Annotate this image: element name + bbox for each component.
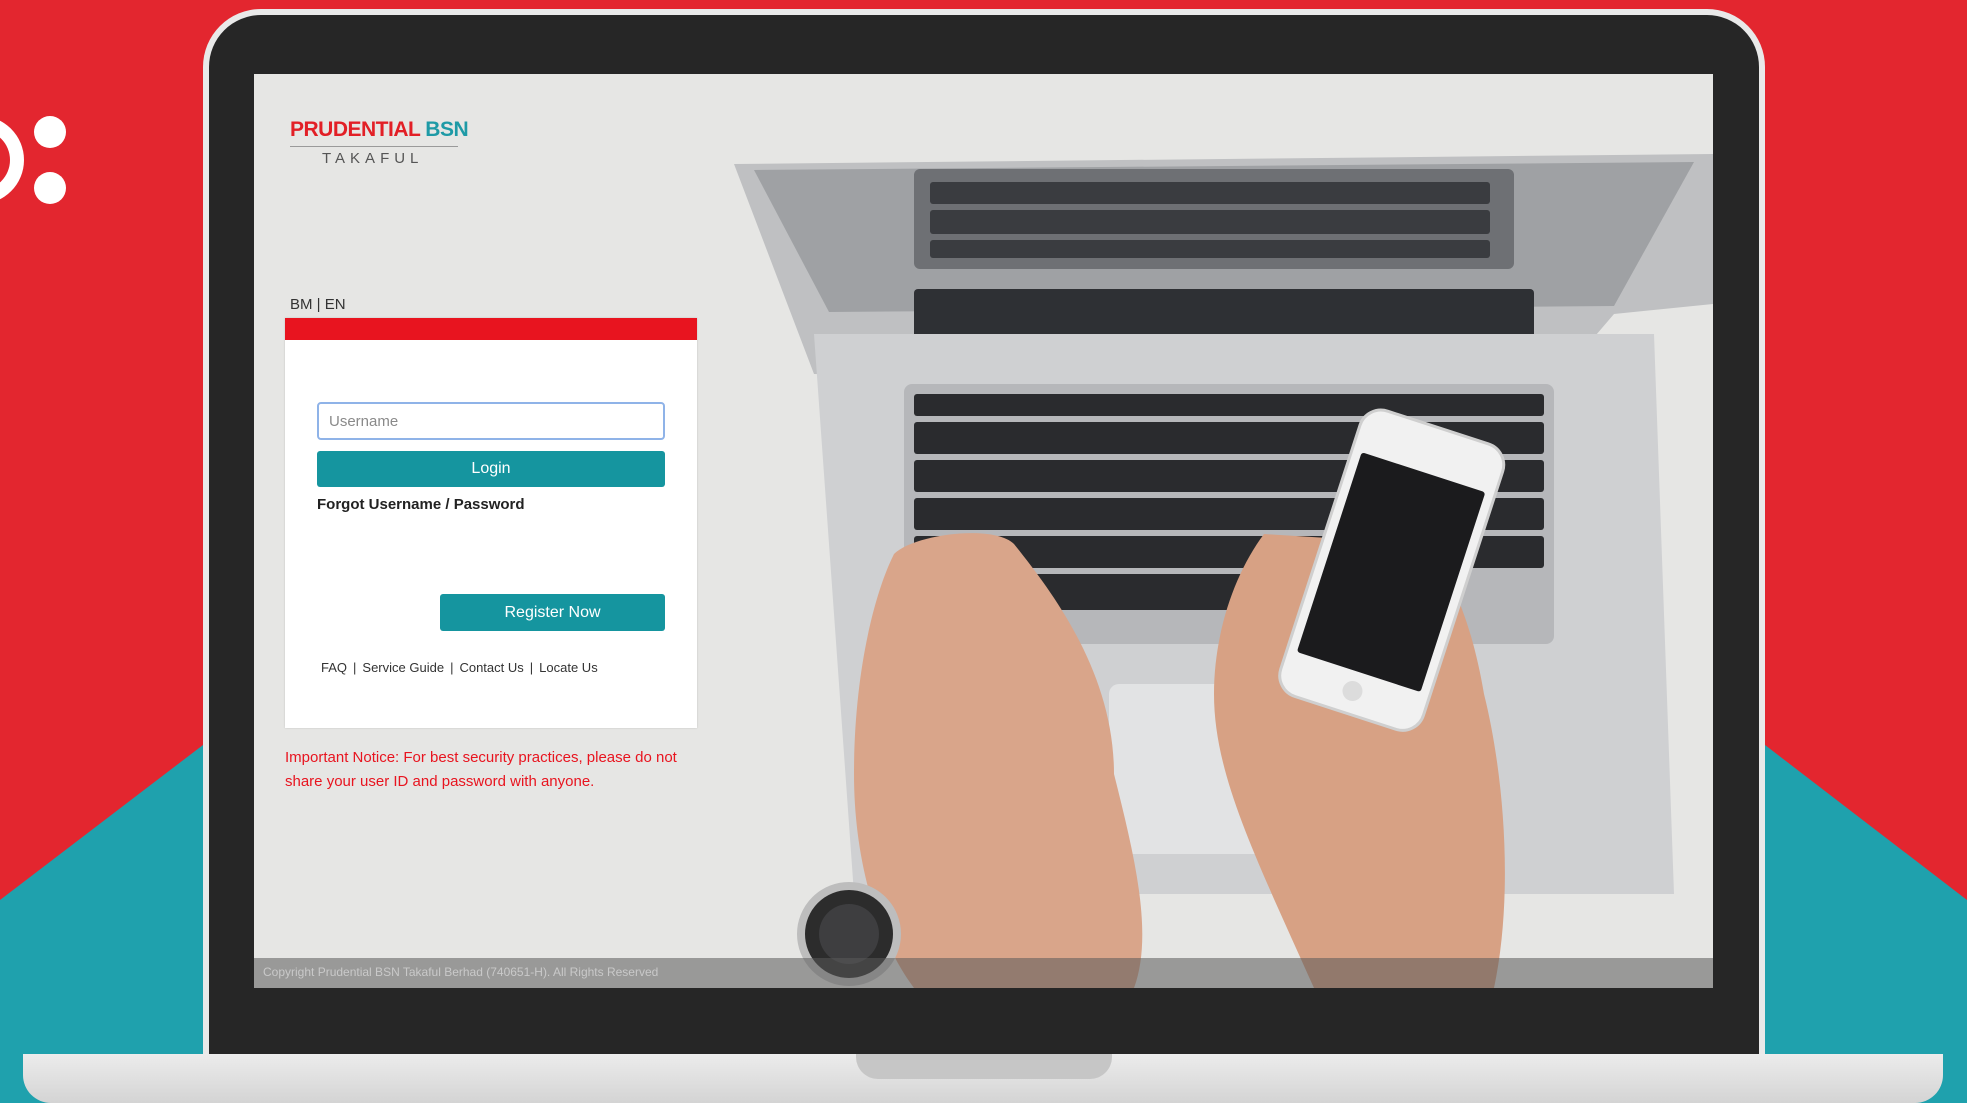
logo-brand-primary: PRUDENTIAL (290, 118, 420, 141)
logo-subtitle: TAKAFUL (322, 150, 424, 167)
language-en-link[interactable]: EN (325, 296, 346, 313)
login-card: Login Forgot Username / Password Registe… (285, 318, 697, 728)
contact-us-link[interactable]: Contact Us (459, 660, 523, 675)
register-now-button[interactable]: Register Now (440, 594, 665, 631)
login-button[interactable]: Login (317, 451, 665, 487)
username-input[interactable] (317, 402, 665, 440)
logo-divider (290, 146, 458, 147)
copyright-bar: Copyright Prudential BSN Takaful Berhad … (254, 958, 1713, 988)
language-switcher: BM | EN (290, 296, 346, 313)
card-header-bar (285, 318, 697, 340)
language-separator: | (316, 296, 321, 313)
copyright-text: Copyright Prudential BSN Takaful Berhad … (263, 965, 659, 979)
login-screen: PRUDENTIAL BSN TAKAFUL BM | EN Login For… (254, 74, 1713, 988)
prudential-bsn-takaful-logo: PRUDENTIAL BSN TAKAFUL (290, 118, 470, 167)
forgot-username-password-link[interactable]: Forgot Username / Password (317, 496, 525, 513)
link-separator: | (450, 660, 454, 675)
link-separator: | (353, 660, 357, 675)
faq-link[interactable]: FAQ (321, 660, 347, 675)
footer-links: FAQ | Service Guide | Contact Us | Locate Us (321, 660, 598, 675)
laptop-notch (856, 1054, 1112, 1079)
security-notice: Important Notice: For best security prac… (285, 749, 677, 790)
locate-us-link[interactable]: Locate Us (539, 660, 598, 675)
logo-brand-secondary: BSN (425, 118, 469, 141)
link-separator: | (529, 660, 534, 675)
language-bm-link[interactable]: BM (290, 296, 313, 313)
service-guide-link[interactable]: Service Guide (362, 660, 444, 675)
brand-mark-icon (0, 110, 80, 210)
